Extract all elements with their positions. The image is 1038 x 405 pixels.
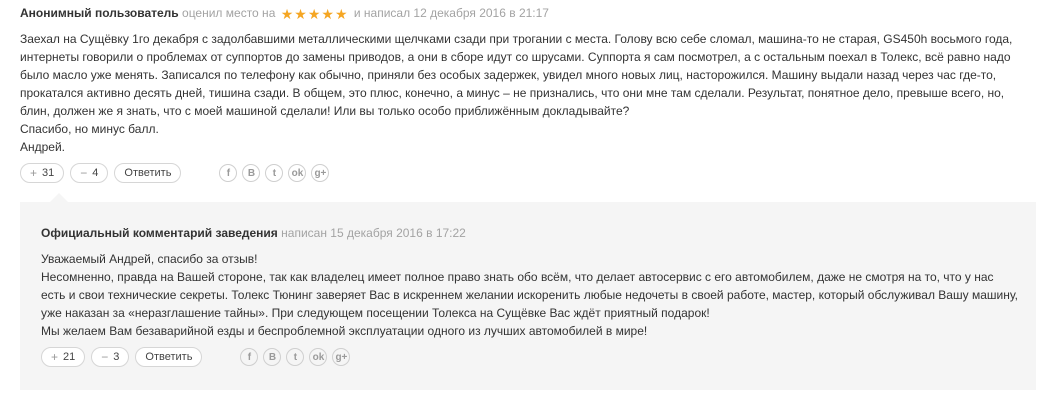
official-paragraph: Несомненно, правда на Вашей стороне, так… (41, 270, 1018, 320)
reply-button[interactable]: Ответить (114, 163, 182, 183)
official-date: написан 15 декабря 2016 в 17:22 (281, 226, 466, 240)
official-actions: +21 −3 Ответить f B t ok g+ (41, 347, 1021, 367)
twitter-icon[interactable]: t (286, 348, 305, 366)
google-plus-icon[interactable]: g+ (311, 164, 330, 182)
vkontakte-icon[interactable]: B (263, 348, 282, 366)
minus-icon: − (101, 350, 109, 364)
official-paragraph: Уважаемый Андрей, спасибо за отзыв! (41, 252, 258, 266)
like-button[interactable]: +21 (41, 347, 86, 367)
official-comment-inner: Официальный комментарий заведения написа… (41, 226, 1021, 367)
review-author[interactable]: Анонимный пользователь (20, 6, 179, 20)
review-paragraph: Спасибо, но минус балл. (20, 122, 159, 136)
twitter-icon[interactable]: t (265, 164, 284, 182)
reply-button[interactable]: Ответить (135, 347, 203, 367)
rating-stars: ★★★★★ (281, 7, 349, 23)
dislike-button[interactable]: −4 (70, 163, 109, 183)
review-header: Анонимный пользователь оценил место на ★… (20, 6, 1025, 23)
share-buttons: f B t ok g+ (219, 164, 334, 182)
facebook-icon[interactable]: f (219, 164, 238, 182)
review-text: Заехал на Сущёвку 1го декабря с задолбав… (20, 30, 1025, 156)
facebook-icon[interactable]: f (240, 348, 259, 366)
star-icon: ★ (280, 6, 294, 22)
odnoklassniki-icon[interactable]: ok (288, 164, 307, 182)
vkontakte-icon[interactable]: B (242, 164, 261, 182)
official-paragraph: Мы желаем Вам безаварийной езды и беспро… (41, 324, 648, 338)
like-count: 31 (42, 167, 55, 179)
review-rated-text: оценил место на (182, 6, 276, 20)
official-title: Официальный комментарий заведения (41, 226, 278, 240)
google-plus-icon[interactable]: g+ (332, 348, 351, 366)
odnoklassniki-icon[interactable]: ok (309, 348, 328, 366)
share-buttons: f B t ok g+ (240, 348, 355, 366)
star-icon: ★ (334, 6, 348, 22)
dislike-count: 4 (92, 167, 99, 179)
dislike-count: 3 (113, 351, 120, 363)
review-date: и написал 12 декабря 2016 в 21:17 (353, 6, 549, 20)
star-icon: ★ (321, 6, 334, 22)
official-comment: Официальный комментарий заведения написа… (20, 193, 1036, 390)
review-paragraph: Андрей. (20, 140, 66, 154)
review-paragraph: Заехал на Сущёвку 1го декабря с задолбав… (20, 32, 1013, 118)
official-header: Официальный комментарий заведения написа… (41, 226, 1021, 241)
plus-icon: + (30, 166, 38, 180)
star-icon: ★ (294, 6, 307, 22)
official-text: Уважаемый Андрей, спасибо за отзыв! Несо… (41, 250, 1021, 340)
like-button[interactable]: +31 (20, 163, 65, 183)
review: Анонимный пользователь оценил место на ★… (20, 6, 1025, 183)
plus-icon: + (51, 350, 59, 364)
like-count: 21 (63, 351, 76, 363)
star-icon: ★ (307, 6, 321, 22)
minus-icon: − (80, 166, 88, 180)
review-actions: +31 −4 Ответить f B t ok g+ (20, 163, 1025, 183)
dislike-button[interactable]: −3 (91, 347, 130, 367)
